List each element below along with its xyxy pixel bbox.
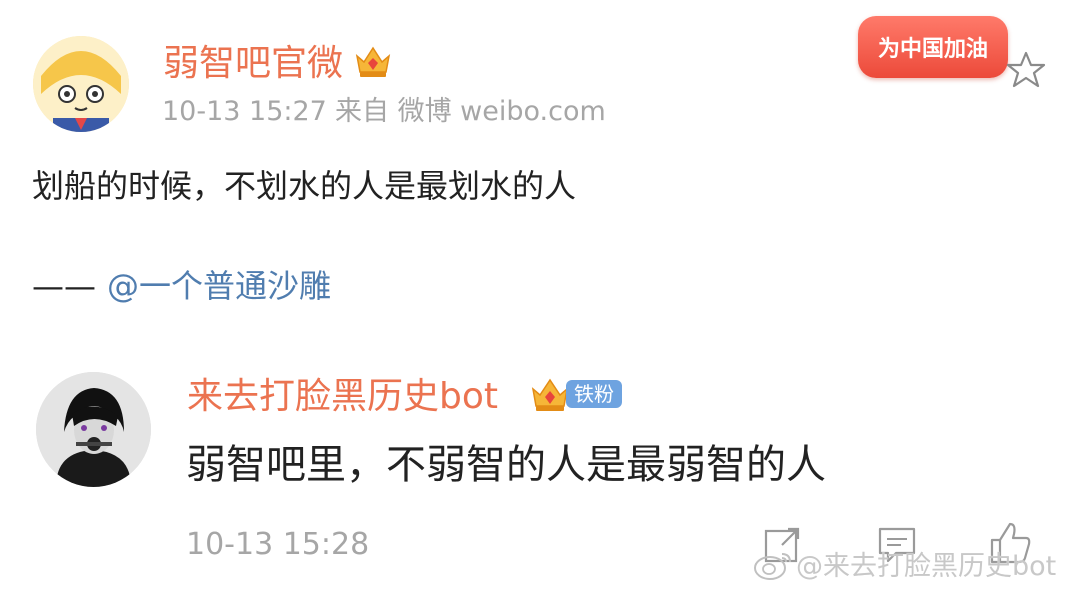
weibo-logo-icon bbox=[752, 548, 794, 582]
post-content: 划船的时候，不划水的人是最划水的人 bbox=[32, 167, 577, 205]
post-author-name[interactable]: 弱智吧官微 bbox=[163, 42, 343, 86]
reply-content: 弱智吧里，不弱智的人是最弱智的人 bbox=[186, 442, 826, 488]
reply-timestamp: 10-13 15:28 bbox=[186, 527, 370, 562]
promo-label: 为中国加油 bbox=[877, 37, 988, 62]
post-timestamp: 10-13 15:27 bbox=[162, 96, 327, 127]
attribution-mention[interactable]: @一个普通沙雕 bbox=[107, 266, 331, 306]
fan-badge: 铁粉 bbox=[566, 380, 622, 408]
favorite-star-icon[interactable] bbox=[1004, 50, 1048, 90]
attribution-dash: —— bbox=[32, 267, 96, 305]
crown-vip-icon bbox=[354, 42, 392, 80]
post-source[interactable]: 来自 微博 weibo.com bbox=[335, 95, 606, 129]
crown-vip-icon bbox=[530, 375, 570, 415]
reply-author-name[interactable]: 来去打脸黑历史bot bbox=[187, 375, 498, 419]
watermark-text: @来去打脸黑历史bot bbox=[796, 551, 1057, 582]
promo-badge[interactable]: 为中国加油 bbox=[858, 16, 1008, 78]
reply-author-avatar[interactable] bbox=[36, 372, 151, 487]
author-avatar[interactable] bbox=[33, 36, 129, 132]
